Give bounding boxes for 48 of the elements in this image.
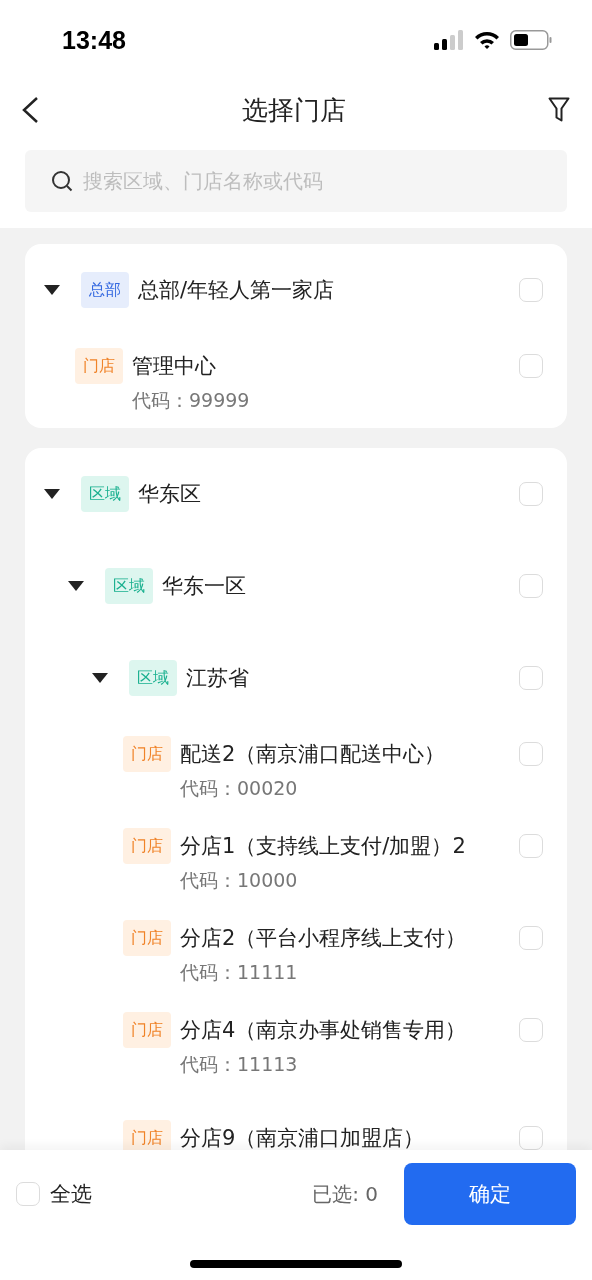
store-code: 代码：99999 <box>132 388 251 413</box>
back-icon[interactable] <box>20 96 40 124</box>
signal-icon <box>434 30 464 50</box>
type-tag: 区域 <box>81 476 129 512</box>
store-code: 代码：11113 <box>180 1052 299 1077</box>
checkbox[interactable] <box>519 926 543 950</box>
store-code: 代码：00020 <box>180 776 299 801</box>
type-tag: 区域 <box>105 568 153 604</box>
battery-icon <box>510 30 552 50</box>
type-tag: 门店 <box>123 736 171 772</box>
node-name: 配送2（南京浦口配送中心） <box>180 741 447 768</box>
node-name: 华东一区 <box>162 573 247 600</box>
store-code: 代码：10000 <box>180 868 299 893</box>
checkbox[interactable] <box>519 354 543 378</box>
confirm-button[interactable]: 确定 <box>404 1163 576 1225</box>
wifi-icon <box>474 30 500 50</box>
checkbox[interactable] <box>519 482 543 506</box>
checkbox[interactable] <box>519 278 543 302</box>
select-all-checkbox[interactable] <box>16 1182 40 1206</box>
type-tag: 总部 <box>81 272 129 308</box>
checkbox[interactable] <box>519 1018 543 1042</box>
checkbox[interactable] <box>519 574 543 598</box>
type-tag: 门店 <box>123 1012 171 1048</box>
checkbox[interactable] <box>519 1126 543 1150</box>
type-tag: 门店 <box>123 920 171 956</box>
checkbox[interactable] <box>519 834 543 858</box>
type-tag: 门店 <box>75 348 123 384</box>
store-code: 代码：11111 <box>180 960 299 985</box>
checkbox[interactable] <box>519 666 543 690</box>
page-title: 选择门店 <box>242 93 346 127</box>
node-name: 管理中心 <box>132 353 217 380</box>
node-name: 分店9（南京浦口加盟店） <box>180 1125 426 1150</box>
select-all-label: 全选 <box>50 1181 93 1208</box>
node-name: 江苏省 <box>186 665 250 692</box>
node-name: 分店1（支持线上支付/加盟）2 <box>180 833 467 860</box>
node-name: 分店2（平台小程序线上支付） <box>180 925 468 952</box>
node-name: 分店4（南京办事处销售专用） <box>180 1017 468 1044</box>
search-icon <box>51 170 73 192</box>
type-tag: 门店 <box>123 1120 171 1150</box>
type-tag: 区域 <box>129 660 177 696</box>
selected-count: 已选: 0 <box>312 1180 378 1208</box>
status-time: 13:48 <box>62 25 126 55</box>
search-field[interactable]: 搜索区域、门店名称或代码 <box>25 150 567 212</box>
checkbox[interactable] <box>519 742 543 766</box>
node-name: 总部/年轻人第一家店 <box>138 277 336 304</box>
type-tag: 门店 <box>123 828 171 864</box>
filter-icon[interactable] <box>548 97 570 123</box>
node-name: 华东区 <box>138 481 202 508</box>
